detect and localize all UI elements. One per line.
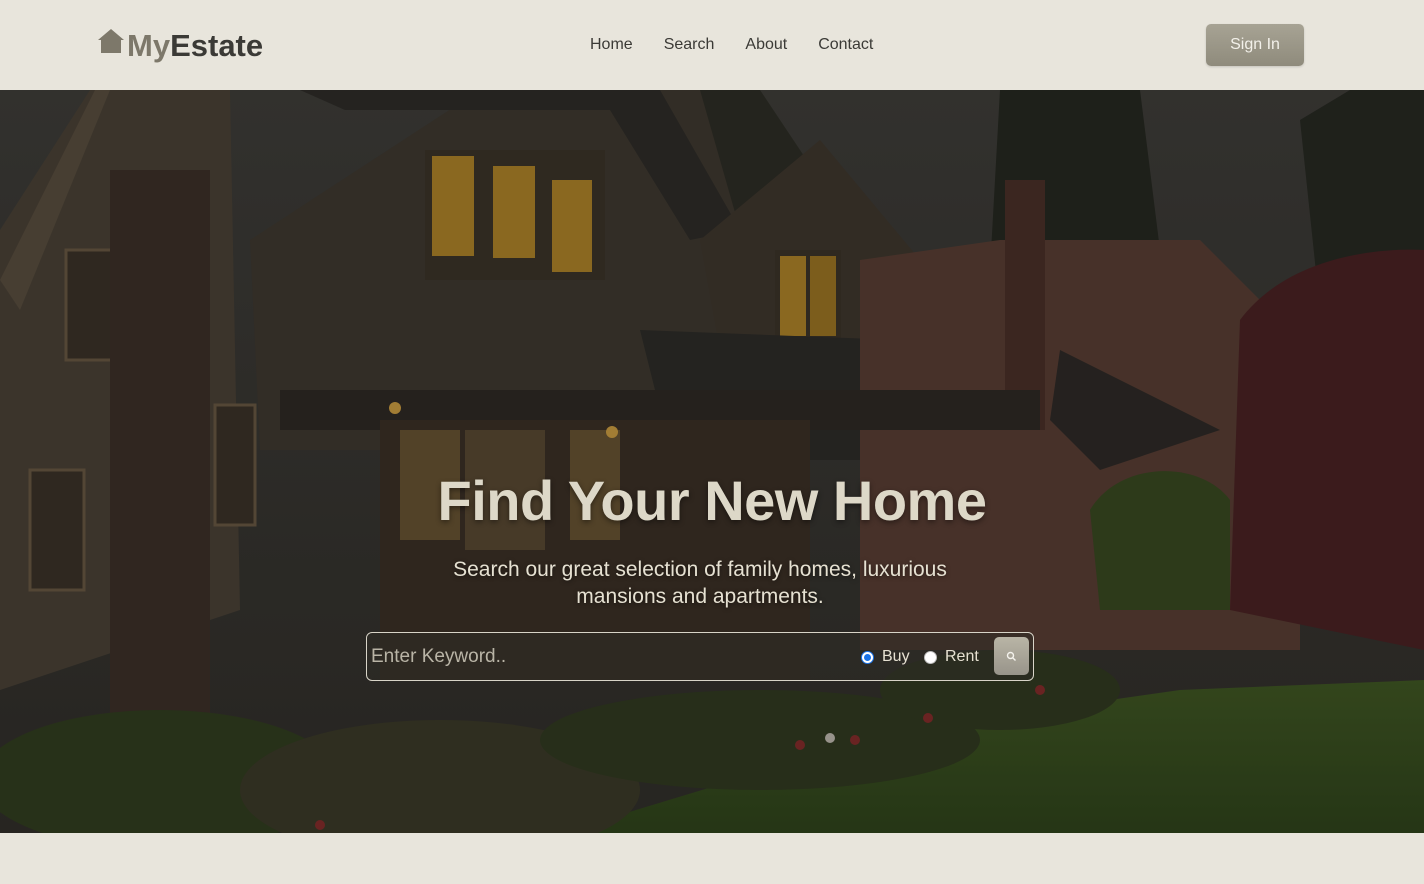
buy-radio[interactable] — [861, 650, 874, 664]
nav-about[interactable]: About — [745, 34, 787, 56]
rent-option[interactable]: Rent — [924, 648, 979, 666]
logo[interactable]: MyEstate — [96, 26, 263, 66]
search-icon — [1006, 651, 1016, 661]
site-header: MyEstate Home Search About Contact Sign … — [0, 0, 1424, 90]
main-nav: Home Search About Contact — [590, 34, 904, 56]
search-button[interactable] — [994, 637, 1029, 675]
rent-label: Rent — [945, 648, 979, 665]
rent-radio[interactable] — [924, 650, 937, 664]
nav-contact[interactable]: Contact — [818, 34, 873, 56]
logo-my: My — [127, 28, 171, 63]
search-bar: Buy Rent — [366, 632, 1034, 681]
keyword-input[interactable] — [371, 641, 841, 673]
logo-estate: Estate — [170, 28, 264, 63]
hero-title: Find Your New Home — [437, 469, 987, 532]
sign-in-button[interactable]: Sign In — [1206, 24, 1304, 66]
hero-section: Find Your New Home Search our great sele… — [0, 90, 1424, 833]
house-icon — [98, 29, 124, 53]
nav-search[interactable]: Search — [664, 34, 715, 56]
nav-home[interactable]: Home — [590, 34, 633, 56]
hero-overlay — [0, 90, 1424, 833]
hero-subtitle: Search our great selection of family hom… — [453, 558, 947, 608]
buy-label: Buy — [882, 648, 910, 665]
buy-option[interactable]: Buy — [861, 648, 910, 666]
